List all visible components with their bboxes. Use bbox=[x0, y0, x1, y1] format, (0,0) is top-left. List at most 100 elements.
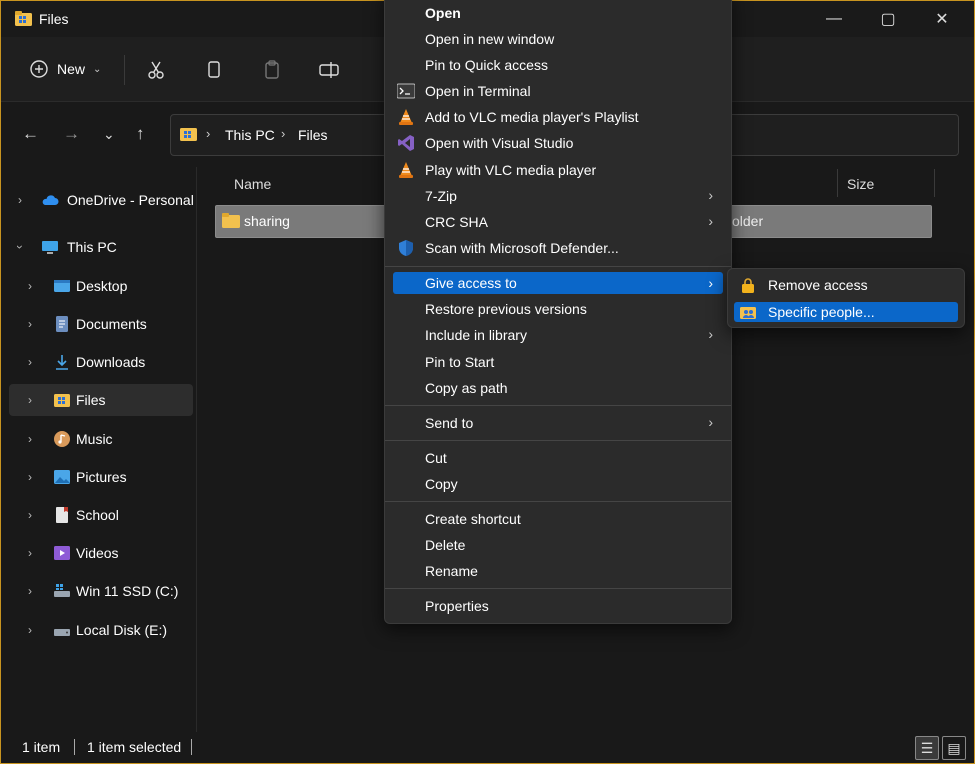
menu-item-label: Scan with Microsoft Defender... bbox=[425, 240, 619, 256]
menu-item-create-shortcut[interactable]: Create shortcut bbox=[393, 507, 723, 531]
menu-item-give-access[interactable]: Give access to › bbox=[393, 272, 723, 294]
menu-item-properties[interactable]: Properties bbox=[393, 594, 723, 618]
breadcrumb-this-pc[interactable]: This PC bbox=[225, 127, 275, 143]
videos-icon bbox=[54, 546, 70, 560]
minimize-button[interactable]: — bbox=[819, 7, 849, 31]
file-type: older bbox=[732, 213, 764, 229]
menu-item-copy-path[interactable]: Copy as path bbox=[393, 376, 723, 400]
chevron-right-icon[interactable]: › bbox=[28, 623, 32, 637]
menu-item-remove-access[interactable]: Remove access bbox=[734, 275, 958, 295]
sidebar-item-school[interactable]: › School bbox=[9, 499, 193, 531]
sidebar-item-videos[interactable]: › Videos bbox=[9, 537, 193, 569]
menu-item-rename[interactable]: Rename bbox=[393, 559, 723, 583]
column-divider[interactable] bbox=[837, 169, 838, 197]
sidebar-item-downloads[interactable]: › Downloads bbox=[9, 346, 193, 378]
chevron-right-icon[interactable]: › bbox=[28, 584, 32, 598]
chevron-right-icon[interactable]: › bbox=[28, 393, 32, 407]
school-icon bbox=[56, 507, 68, 523]
rename-icon bbox=[319, 62, 339, 78]
breadcrumb-chevron-icon[interactable]: › bbox=[281, 126, 285, 141]
menu-item-label: Pin to Quick access bbox=[425, 57, 548, 73]
recent-locations-chevron-icon[interactable]: ⌄ bbox=[103, 126, 115, 143]
back-arrow-icon[interactable]: ← bbox=[22, 124, 39, 144]
desktop-icon bbox=[54, 280, 70, 292]
chevron-down-icon[interactable]: › bbox=[13, 245, 27, 249]
menu-separator bbox=[385, 588, 731, 589]
menu-item-pin-quick-access[interactable]: Pin to Quick access bbox=[393, 53, 723, 77]
sidebar-item-label: Documents bbox=[76, 316, 147, 332]
menu-item-delete[interactable]: Delete bbox=[393, 533, 723, 557]
tiles-view-button[interactable]: ▤ bbox=[942, 736, 966, 760]
maximize-icon: ▢ bbox=[880, 11, 896, 28]
sidebar-item-this-pc[interactable]: › This PC bbox=[9, 231, 193, 263]
rename-button[interactable] bbox=[318, 59, 340, 81]
chevron-right-icon: › bbox=[708, 275, 713, 291]
close-button[interactable]: ✕ bbox=[927, 7, 957, 31]
monitor-icon bbox=[42, 241, 58, 254]
menu-item-specific-people[interactable]: Specific people... bbox=[734, 302, 958, 322]
sidebar-item-drive-c[interactable]: › Win 11 SSD (C:) bbox=[9, 575, 193, 607]
chevron-right-icon[interactable]: › bbox=[28, 470, 32, 484]
menu-item-pin-start[interactable]: Pin to Start bbox=[393, 350, 723, 374]
menu-item-label: Copy bbox=[425, 476, 458, 492]
sidebar-item-onedrive[interactable]: › OneDrive - Personal bbox=[9, 184, 194, 216]
up-arrow-icon[interactable]: ↑ bbox=[136, 124, 145, 144]
copy-button[interactable] bbox=[203, 59, 225, 81]
vlc-icon bbox=[399, 162, 413, 178]
documents-icon bbox=[56, 316, 68, 332]
paste-button[interactable] bbox=[261, 59, 283, 81]
visual-studio-icon bbox=[398, 135, 414, 151]
menu-item-crc-sha[interactable]: CRC SHA › bbox=[393, 210, 723, 234]
menu-item-label: CRC SHA bbox=[425, 214, 489, 230]
menu-separator bbox=[385, 405, 731, 406]
menu-item-7zip[interactable]: 7-Zip › bbox=[393, 184, 723, 208]
menu-item-include-library[interactable]: Include in library › bbox=[393, 323, 723, 347]
menu-item-restore-versions[interactable]: Restore previous versions bbox=[393, 297, 723, 321]
chevron-right-icon[interactable]: › bbox=[28, 279, 32, 293]
details-view-button[interactable]: ☰ bbox=[915, 736, 939, 760]
chevron-right-icon: › bbox=[708, 213, 713, 229]
menu-item-label: Open with Visual Studio bbox=[425, 135, 574, 151]
chevron-right-icon[interactable]: › bbox=[28, 317, 32, 331]
menu-item-copy[interactable]: Copy bbox=[393, 472, 723, 496]
menu-item-visual-studio[interactable]: Open with Visual Studio bbox=[393, 131, 723, 155]
chevron-right-icon: › bbox=[708, 414, 713, 430]
sidebar-item-documents[interactable]: › Documents bbox=[9, 308, 193, 340]
music-icon bbox=[54, 431, 70, 447]
menu-item-open-terminal[interactable]: Open in Terminal bbox=[393, 79, 723, 103]
chevron-right-icon[interactable]: › bbox=[28, 432, 32, 446]
menu-item-defender-scan[interactable]: Scan with Microsoft Defender... bbox=[393, 236, 723, 260]
menu-item-open[interactable]: Open bbox=[393, 1, 723, 25]
menu-item-vlc-playlist[interactable]: Add to VLC media player's Playlist bbox=[393, 105, 723, 129]
breadcrumb-files[interactable]: Files bbox=[298, 127, 328, 143]
sidebar-item-label: Downloads bbox=[76, 354, 146, 370]
sidebar-item-label: This PC bbox=[67, 239, 117, 255]
menu-item-send-to[interactable]: Send to › bbox=[393, 411, 723, 435]
column-header-name[interactable]: Name bbox=[234, 176, 271, 192]
sidebar-item-music[interactable]: › Music bbox=[9, 423, 193, 455]
sidebar-item-files[interactable]: › Files bbox=[9, 384, 193, 416]
chevron-right-icon[interactable]: › bbox=[28, 508, 32, 522]
menu-item-open-new-window[interactable]: Open in new window bbox=[393, 27, 723, 51]
menu-item-label: Copy as path bbox=[425, 380, 508, 396]
breadcrumb-chevron-icon[interactable]: › bbox=[206, 126, 210, 141]
menu-item-cut[interactable]: Cut bbox=[393, 446, 723, 470]
column-header-size[interactable]: Size bbox=[847, 176, 874, 192]
chevron-right-icon[interactable]: › bbox=[28, 355, 32, 369]
sidebar-item-desktop[interactable]: › Desktop bbox=[9, 270, 193, 302]
chevron-right-icon[interactable]: › bbox=[18, 193, 22, 207]
menu-item-vlc-play[interactable]: Play with VLC media player bbox=[393, 158, 723, 182]
cut-button[interactable] bbox=[145, 59, 167, 81]
maximize-button[interactable]: ▢ bbox=[873, 7, 903, 31]
column-divider[interactable] bbox=[934, 169, 935, 197]
sidebar-item-drive-e[interactable]: › Local Disk (E:) bbox=[9, 614, 193, 646]
chevron-right-icon[interactable]: › bbox=[28, 546, 32, 560]
item-count: 1 item bbox=[22, 739, 61, 755]
lock-icon bbox=[742, 278, 754, 293]
menu-item-label: Delete bbox=[425, 537, 466, 553]
sidebar-item-pictures[interactable]: › Pictures bbox=[9, 461, 193, 493]
new-button[interactable]: New ⌄ bbox=[29, 59, 101, 79]
vlc-icon bbox=[399, 109, 413, 125]
forward-arrow-icon[interactable]: → bbox=[63, 124, 80, 144]
menu-item-label: Remove access bbox=[768, 277, 868, 293]
